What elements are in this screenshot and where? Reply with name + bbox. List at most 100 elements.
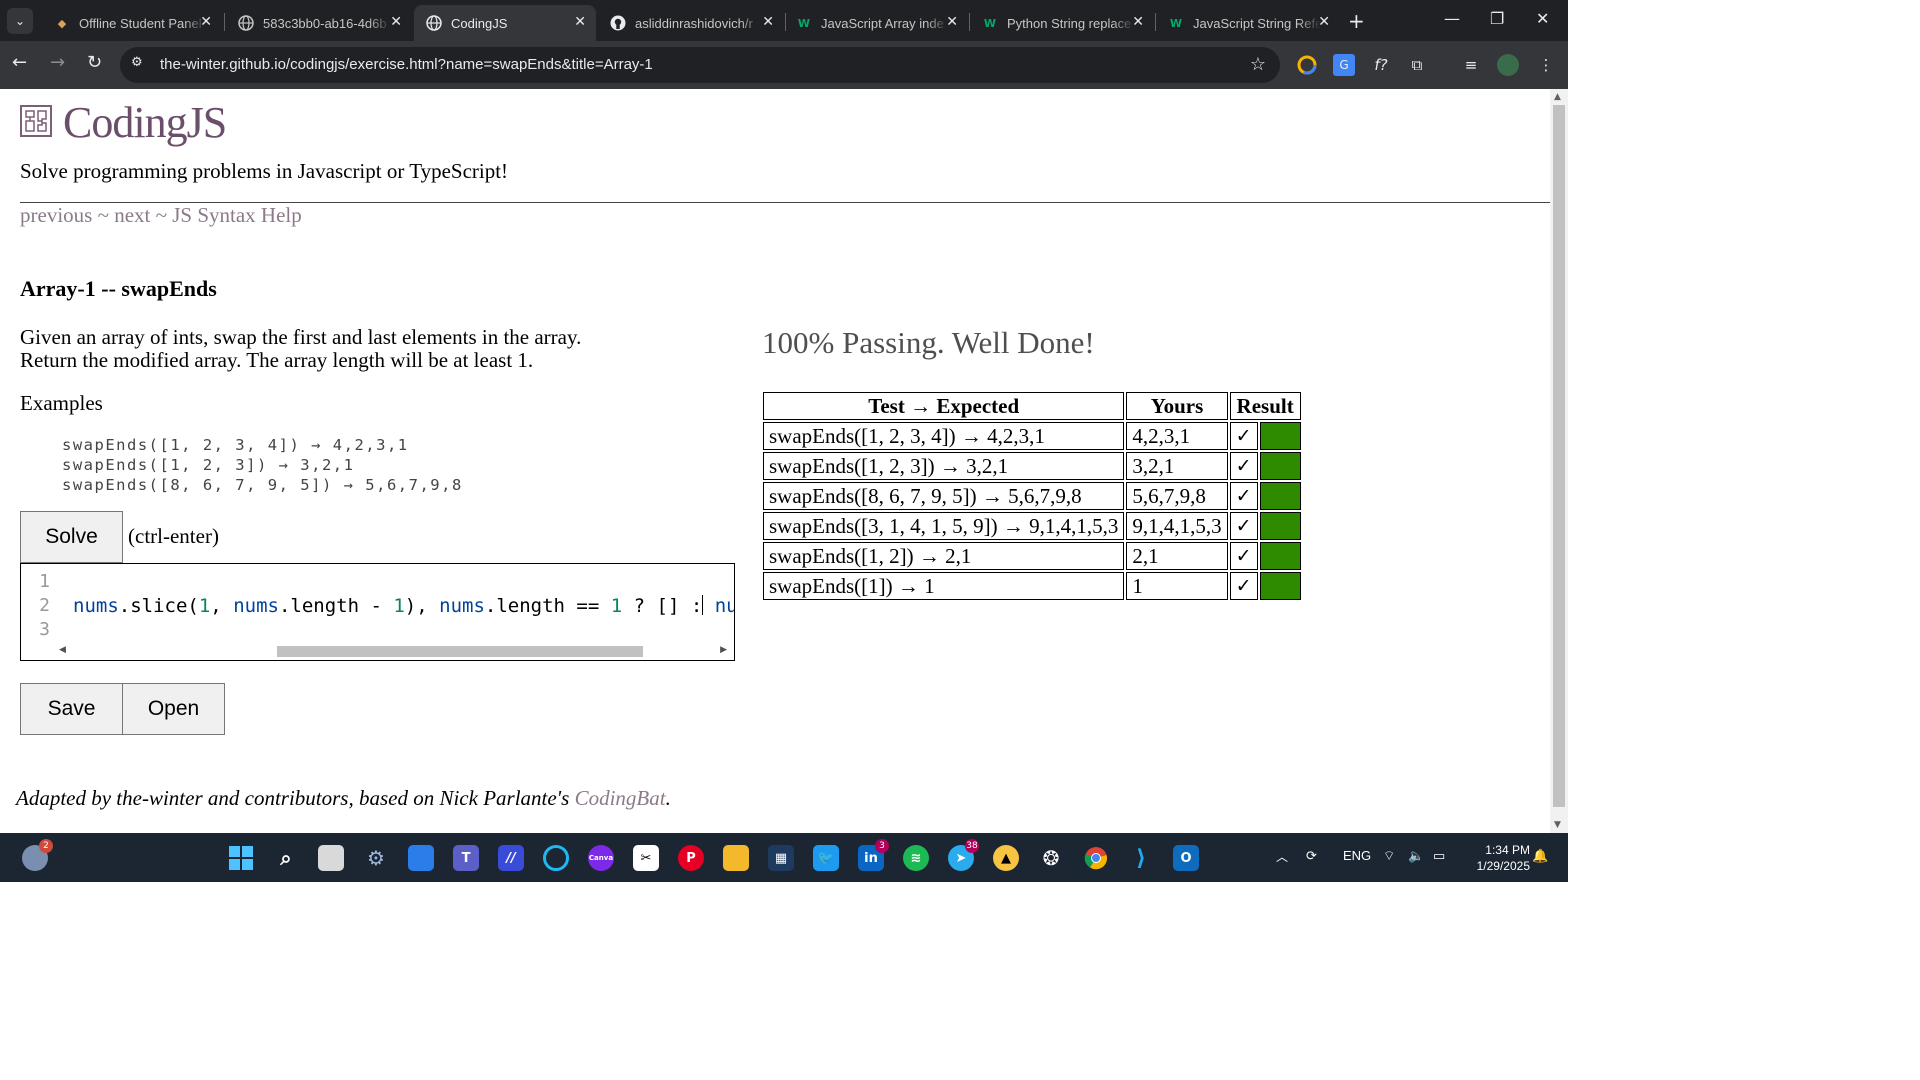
solve-button[interactable]: Solve xyxy=(20,511,123,563)
back-arrow-icon[interactable]: ← xyxy=(12,52,27,73)
exercise-title: Array-1 -- swapEnds xyxy=(20,276,217,301)
codingbat-link[interactable]: CodingBat xyxy=(575,786,666,810)
linear-app-icon[interactable]: // xyxy=(498,845,524,871)
task-view-icon[interactable] xyxy=(318,845,344,871)
teams-icon[interactable]: T xyxy=(453,845,479,871)
code-line[interactable]: nums.slice(1, nums.length - 1), nums.len… xyxy=(73,594,734,618)
chrome-icon[interactable] xyxy=(1083,845,1109,871)
checkmark-icon: ✓ xyxy=(1229,422,1258,450)
spotify-icon[interactable]: ≋ xyxy=(903,845,929,871)
yours-cell: 4,2,3,1 xyxy=(1126,422,1228,450)
weather-widget-icon[interactable]: 2 xyxy=(22,839,53,871)
profile-avatar[interactable] xyxy=(1497,54,1519,76)
open-button[interactable]: Open xyxy=(122,683,225,735)
scrollbar-thumb[interactable] xyxy=(277,646,643,657)
settings-gear-icon[interactable]: ⚙ xyxy=(363,845,389,871)
menu-dots-icon[interactable]: ⋮ xyxy=(1535,54,1557,76)
outlook-icon[interactable]: O xyxy=(1173,845,1199,871)
url-text[interactable]: the-winter.github.io/codingjs/exercise.h… xyxy=(160,56,653,73)
microsoft-store-icon[interactable]: ▦ xyxy=(768,845,794,871)
previous-link[interactable]: previous xyxy=(20,203,92,227)
tab-codingjs[interactable]: CodingJS ✕ xyxy=(414,5,596,41)
tab-js-string-reference[interactable]: W JavaScript String Refe ✕ xyxy=(1156,5,1340,41)
extensions-puzzle-icon[interactable]: ⧉ xyxy=(1406,54,1428,76)
close-tab-icon[interactable]: ✕ xyxy=(1132,14,1144,30)
page-vertical-scrollbar[interactable]: ▲ ▼ xyxy=(1550,89,1568,833)
scrollbar-thumb[interactable] xyxy=(1553,105,1565,807)
w3schools-favicon-icon: W xyxy=(983,16,997,30)
clock-date: 1/29/2025 xyxy=(1476,859,1530,873)
js-syntax-help-link[interactable]: JS Syntax Help xyxy=(172,203,302,227)
reload-icon[interactable]: ↻ xyxy=(87,52,102,73)
scroll-down-arrow-icon[interactable]: ▼ xyxy=(1554,820,1561,830)
close-tab-icon[interactable]: ✕ xyxy=(390,14,402,30)
copilot-icon[interactable] xyxy=(408,845,434,871)
translate-extension-icon[interactable]: G xyxy=(1333,54,1355,76)
code-editor[interactable]: 1 2 3 nums.slice(1, nums.length - 1), nu… xyxy=(20,563,735,661)
save-button[interactable]: Save xyxy=(20,683,123,735)
capcut-icon[interactable]: ✂ xyxy=(633,845,659,871)
checkmark-icon: ✓ xyxy=(1229,512,1258,540)
pass-indicator xyxy=(1259,422,1301,450)
function-extension-icon[interactable]: f? xyxy=(1370,54,1392,76)
minimize-icon[interactable]: — xyxy=(1444,9,1460,28)
pinterest-icon[interactable]: P xyxy=(678,845,704,871)
restore-icon[interactable]: ❐ xyxy=(1490,9,1504,28)
wifi-icon[interactable]: ⌔ xyxy=(1383,848,1395,864)
twitter-icon[interactable]: 🐦 xyxy=(813,845,839,871)
tab-583c3bb0[interactable]: 583c3bb0-ab16-4d6b ✕ xyxy=(226,5,412,41)
close-tab-icon[interactable]: ✕ xyxy=(762,14,774,30)
linkedin-badge: 3 xyxy=(875,839,889,853)
scroll-up-arrow-icon[interactable]: ▲ xyxy=(1554,92,1561,102)
linkedin-icon[interactable]: in 3 xyxy=(858,839,889,871)
close-window-icon[interactable]: ✕ xyxy=(1536,9,1549,28)
tab-js-array-index[interactable]: W JavaScript Array inde ✕ xyxy=(784,5,968,41)
forward-arrow-icon[interactable]: → xyxy=(50,52,65,73)
sync-icon[interactable]: ⟳ xyxy=(1306,848,1317,864)
vscode-icon[interactable]: ⟩ xyxy=(1128,845,1154,871)
table-header-row: Test → Expected Yours Result xyxy=(763,392,1301,420)
yours-cell: 5,6,7,9,8 xyxy=(1126,482,1228,510)
scroll-left-arrow-icon[interactable]: ◀ xyxy=(59,645,66,655)
battery-icon[interactable]: ▭ xyxy=(1433,848,1445,864)
canva-icon[interactable]: Canva xyxy=(588,845,614,871)
media-control-icon[interactable]: ≡ xyxy=(1460,54,1482,76)
nav-separator: ~ xyxy=(92,203,115,227)
line-number: 2 xyxy=(39,595,50,616)
close-tab-icon[interactable]: ✕ xyxy=(200,14,212,30)
notification-bell-icon[interactable]: 🔔 xyxy=(1532,848,1548,864)
tab-github[interactable]: asliddinrashidovich/r ✕ xyxy=(598,5,784,41)
windows-start-icon[interactable] xyxy=(228,845,254,871)
telegram-icon[interactable]: ➤ 38 xyxy=(948,839,979,871)
show-hidden-icons-chevron-icon[interactable]: ︿ xyxy=(1276,848,1288,865)
chatgpt-icon[interactable]: ❂ xyxy=(1038,845,1064,871)
next-link[interactable]: next xyxy=(114,203,150,227)
close-tab-icon[interactable]: ✕ xyxy=(1318,14,1330,30)
pass-indicator xyxy=(1259,542,1301,570)
close-tab-icon[interactable]: ✕ xyxy=(946,14,958,30)
file-explorer-icon[interactable] xyxy=(723,845,749,871)
table-row: swapEnds([1]) → 1 1 ✓ xyxy=(763,572,1301,600)
line-number: 3 xyxy=(39,619,50,640)
globe-favicon-icon xyxy=(238,15,254,31)
tab-python-string-replace[interactable]: W Python String replace ✕ xyxy=(970,5,1154,41)
scroll-right-arrow-icon[interactable]: ▶ xyxy=(720,645,727,655)
language-indicator[interactable]: ENG xyxy=(1343,848,1371,863)
volume-icon[interactable]: 🔈 xyxy=(1408,848,1424,864)
example-line: swapEnds([8, 6, 7, 9, 5]) → 5,6,7,9,8 xyxy=(62,476,463,494)
examples-heading: Examples xyxy=(20,391,103,415)
system-clock[interactable]: 1:34 PM 1/29/2025 xyxy=(1460,842,1530,874)
close-tab-icon[interactable]: ✕ xyxy=(574,14,586,30)
site-info-icon[interactable]: ⚙ xyxy=(131,55,143,70)
warning-app-icon[interactable]: ▲ xyxy=(993,845,1019,871)
editor-horizontal-scrollbar[interactable]: ◀ ▶ xyxy=(21,643,734,660)
cortana-icon[interactable] xyxy=(543,845,569,871)
address-bar[interactable]: ⚙ the-winter.github.io/codingjs/exercise… xyxy=(120,47,1280,83)
search-icon[interactable]: ⌕ xyxy=(273,845,299,871)
tab-offline-student-panel[interactable]: ◆ Offline Student Panel ✕ xyxy=(42,5,222,41)
test-cell: swapEnds([1]) → 1 xyxy=(763,572,1125,600)
new-tab-plus-icon[interactable]: + xyxy=(1348,9,1365,33)
tab-search-button[interactable]: ⌄ xyxy=(7,8,33,34)
color-ring-extension-icon[interactable] xyxy=(1296,54,1318,76)
bookmark-star-icon[interactable]: ☆ xyxy=(1250,54,1266,75)
